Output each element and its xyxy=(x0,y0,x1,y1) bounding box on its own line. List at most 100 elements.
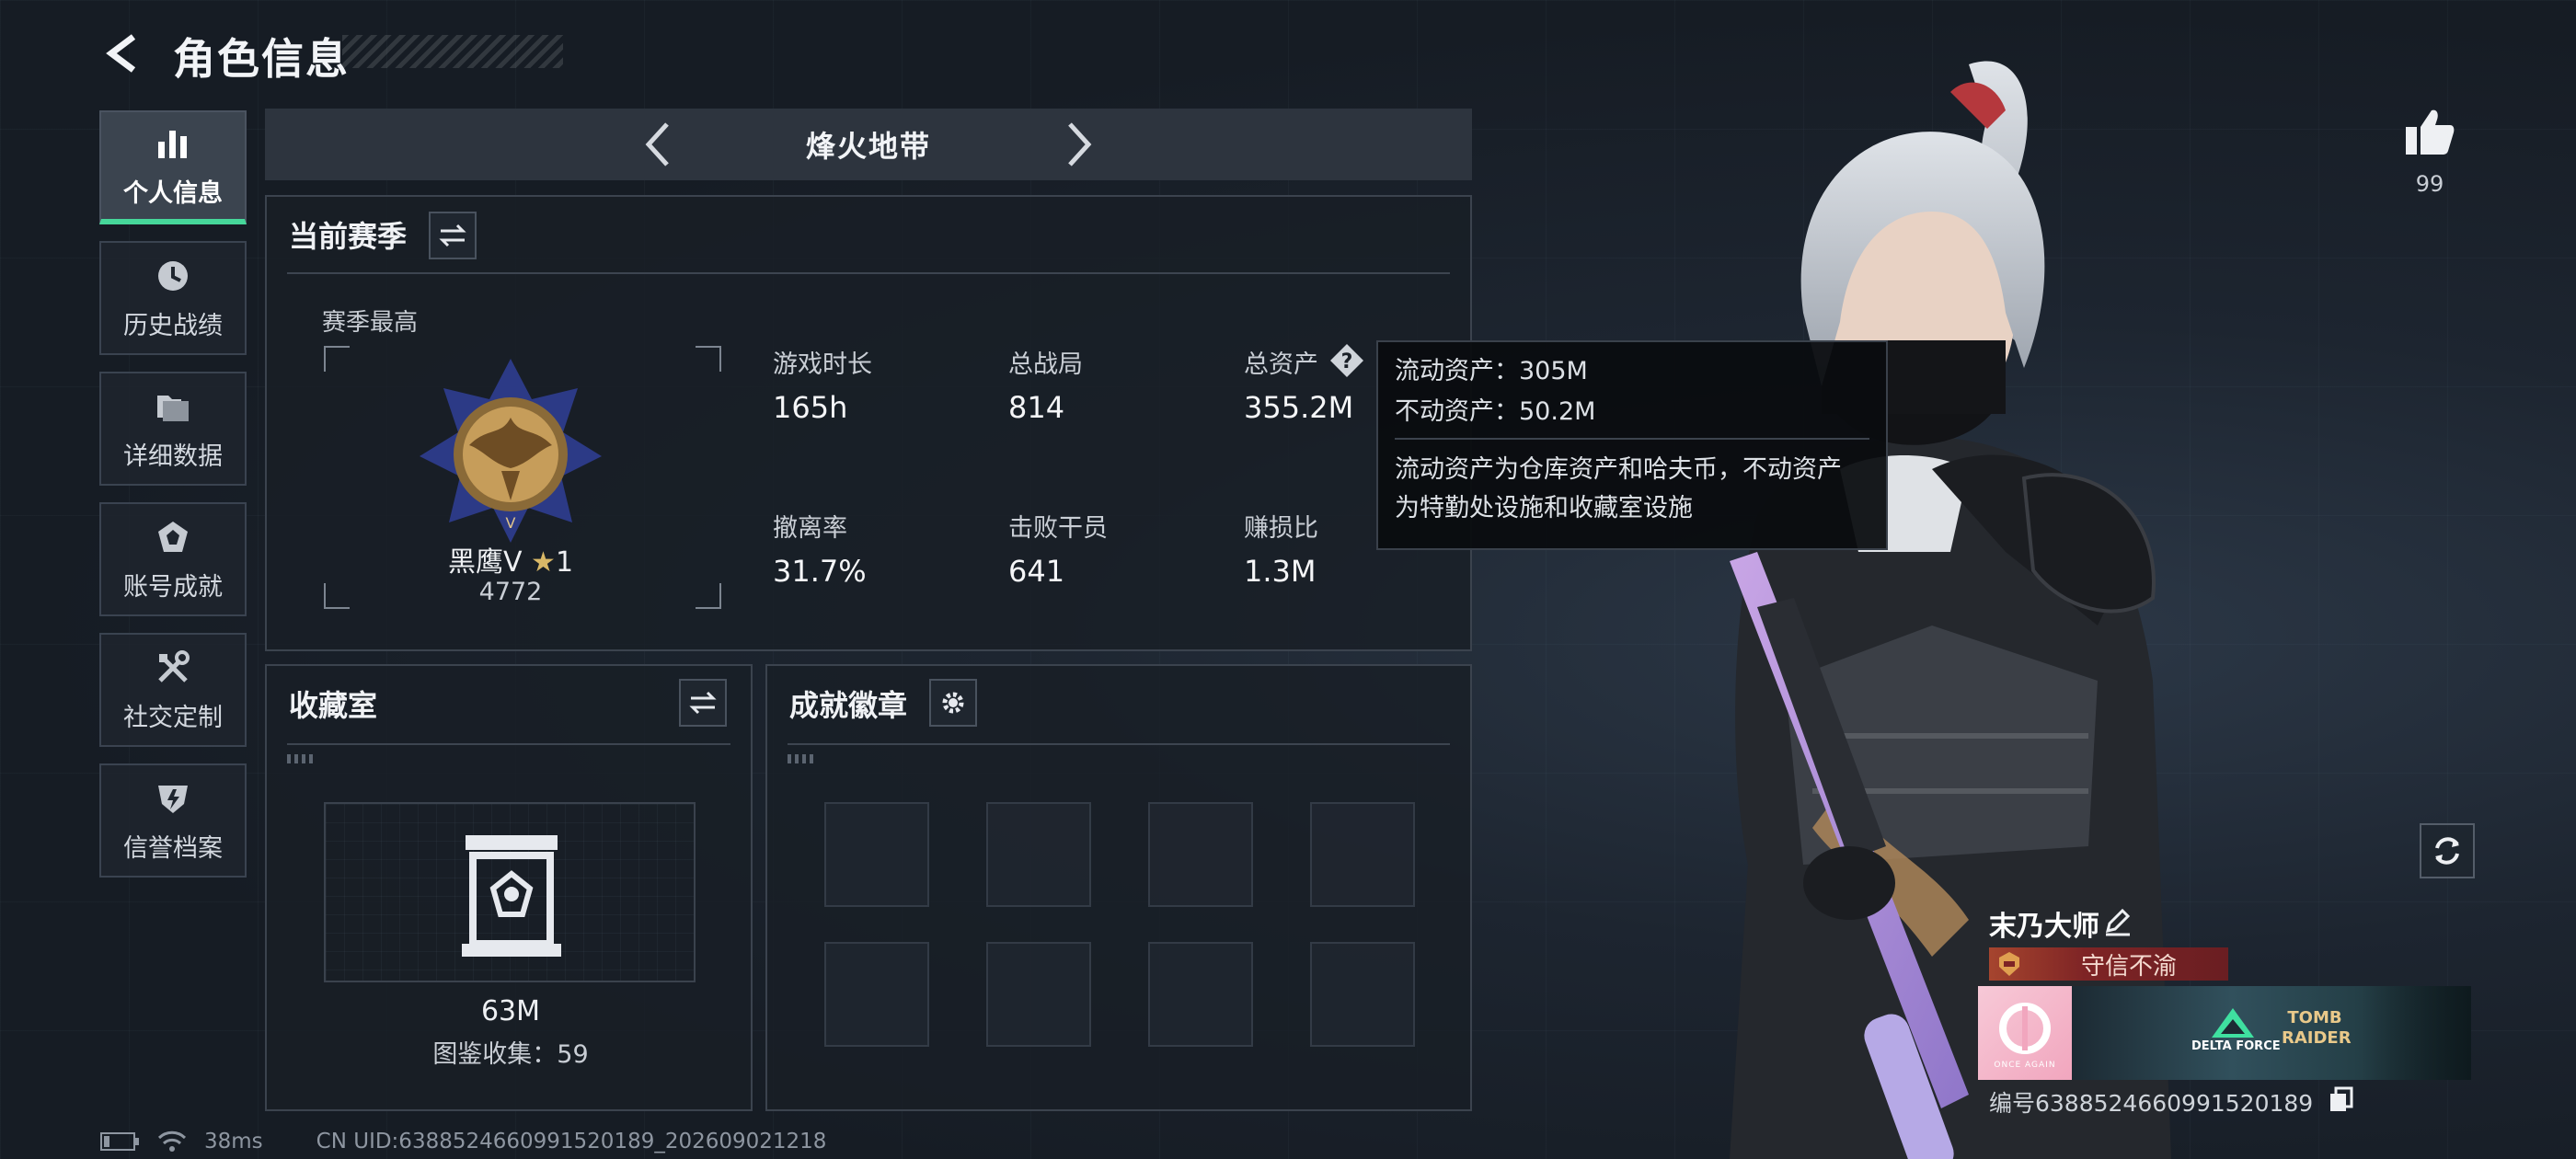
nav-item-detailed-data[interactable]: 详细数据 xyxy=(99,372,247,486)
title-decoration xyxy=(342,35,563,68)
season-header: 当前赛季 xyxy=(289,219,408,254)
mode-selector: 烽火地带 xyxy=(265,109,1472,180)
stat-label: 游戏时长 xyxy=(773,350,872,379)
once-again-logo-icon xyxy=(1999,1003,2051,1054)
nav-item-history[interactable]: 历史战绩 xyxy=(99,241,247,355)
badge-slot[interactable] xyxy=(1148,942,1253,1047)
copy-icon xyxy=(2330,1086,2353,1111)
nav-item-personal-info[interactable]: 个人信息 xyxy=(99,110,247,224)
back-button[interactable] xyxy=(99,28,145,79)
stat-value: 355.2M xyxy=(1244,390,1354,425)
nav-label: 信誉档案 xyxy=(123,833,223,863)
nav-label: 个人信息 xyxy=(123,178,223,208)
achievement-panel: 成就徽章 xyxy=(765,664,1472,1111)
status-bar: 38ms CN UID:6388524660991520189_20260902… xyxy=(99,1130,826,1153)
badge-slot[interactable] xyxy=(1148,802,1253,907)
medal-icon xyxy=(153,517,193,557)
honor-bar: 守信不渝 xyxy=(1989,947,2228,981)
svg-text:V: V xyxy=(506,514,516,532)
stat-value: 814 xyxy=(1008,390,1065,425)
svg-text:?: ? xyxy=(1341,350,1353,373)
pencil-icon xyxy=(2105,908,2131,936)
badge-slot[interactable] xyxy=(1310,942,1415,1047)
stat-label: 总战局 xyxy=(1008,350,1083,379)
divider xyxy=(287,743,730,745)
badge-slot[interactable] xyxy=(824,942,929,1047)
refresh-button[interactable] xyxy=(2420,823,2475,878)
season-best-label: 赛季最高 xyxy=(322,309,419,337)
divider xyxy=(1395,438,1869,440)
nav-label: 账号成就 xyxy=(123,572,223,602)
divider xyxy=(788,743,1450,745)
question-icon: ? xyxy=(1330,344,1363,377)
honor-title: 守信不渝 xyxy=(2080,952,2177,981)
tools-icon xyxy=(153,648,193,688)
collection-value: 63M xyxy=(480,995,541,1027)
mode-prev-button[interactable] xyxy=(629,118,684,171)
nav-label: 历史战绩 xyxy=(123,311,223,340)
thumbs-up-icon xyxy=(2406,109,2455,155)
stat-label: 击败干员 xyxy=(1008,514,1108,543)
help-button[interactable]: ? xyxy=(1328,342,1365,379)
tooltip-fixed-assets: 不动资产：50.2M xyxy=(1395,397,1596,426)
frame-corner xyxy=(324,346,350,372)
banner-logo: ONCE AGAIN xyxy=(1978,986,2072,1080)
badge-slot[interactable] xyxy=(986,802,1091,907)
rank-score: 4772 xyxy=(478,578,543,606)
side-nav: 个人信息 历史战绩 详细数据 账号成就 社交定制 信誉档案 xyxy=(99,110,247,894)
asset-tooltip: 流动资产：305M 不动资产：50.2M 流动资产为仓库资产和哈夫币，不动资产 … xyxy=(1376,340,1888,550)
stat-label: 撤离率 xyxy=(773,514,847,543)
player-name: 末乃大师 xyxy=(1989,911,2099,943)
like-button[interactable] xyxy=(2401,103,2458,160)
rank-label: 黑鹰Ⅴ ★1 xyxy=(267,539,754,580)
nav-item-achievements[interactable]: 账号成就 xyxy=(99,502,247,616)
rank-name: 黑鹰Ⅴ xyxy=(447,546,523,579)
badge-slot[interactable] xyxy=(986,942,1091,1047)
stat-label: 赚损比 xyxy=(1244,514,1318,543)
badge-slot[interactable] xyxy=(1310,802,1415,907)
frame-corner xyxy=(696,346,721,372)
divider-dots xyxy=(287,754,315,763)
back-arrow-icon xyxy=(106,34,136,73)
collection-header: 收藏室 xyxy=(289,688,378,723)
badge-slot[interactable] xyxy=(824,802,929,907)
chevron-right-icon xyxy=(1068,122,1092,166)
catalog-count: 图鉴收集：59 xyxy=(432,1040,589,1069)
edit-name-button[interactable] xyxy=(2102,905,2133,936)
banner-brand: DELTA FORCE xyxy=(2191,1039,2281,1053)
collection-preview[interactable] xyxy=(324,802,696,982)
stat-label: 总资产 xyxy=(1244,350,1318,379)
collection-switch-button[interactable] xyxy=(679,679,727,727)
stat-value: 31.7% xyxy=(773,554,867,589)
page-title: 角色信息 xyxy=(173,34,350,84)
player-banner[interactable]: ONCE AGAIN DELTA FORCE TOMB RAIDER xyxy=(1978,986,2471,1080)
stat-value: 165h xyxy=(773,390,848,425)
tooltip-liquid-assets: 流动资产：305M xyxy=(1395,357,1588,385)
banner-brand-2: TOMB RAIDER xyxy=(2282,1008,2352,1048)
nav-label: 详细数据 xyxy=(123,442,223,471)
rank-emblem-icon: V xyxy=(420,359,602,543)
collection-panel: 收藏室 63M 图鉴收集：59 xyxy=(265,664,753,1111)
achievement-settings-button[interactable] xyxy=(929,679,977,727)
banner-art: DELTA FORCE TOMB RAIDER xyxy=(2072,986,2471,1080)
tooltip-description-line: 为特勤处设施和收藏室设施 xyxy=(1395,494,1693,522)
folder-icon xyxy=(153,386,193,427)
nav-item-social[interactable]: 社交定制 xyxy=(99,633,247,747)
divider xyxy=(287,272,1450,274)
copy-id-button[interactable] xyxy=(2328,1085,2355,1113)
nav-item-credit[interactable]: 信誉档案 xyxy=(99,763,247,878)
shield-icon xyxy=(153,778,193,819)
season-switch-button[interactable] xyxy=(429,212,477,259)
achievement-header: 成就徽章 xyxy=(789,688,908,723)
bar-chart-icon xyxy=(153,123,193,164)
divider-dots xyxy=(788,754,815,763)
mode-title: 烽火地带 xyxy=(805,129,931,164)
season-panel: 当前赛季 赛季最高 V 黑鹰Ⅴ ★1 4772 游戏时长 165h 总战局 81… xyxy=(265,195,1472,651)
delta-force-logo-icon xyxy=(2212,1008,2254,1038)
banner-logo-text: ONCE AGAIN xyxy=(1994,1061,2056,1070)
ping: 38ms xyxy=(204,1130,263,1153)
chevron-left-icon xyxy=(645,122,669,166)
stat-value: 1.3M xyxy=(1244,554,1317,589)
wifi-icon xyxy=(157,1130,187,1152)
mode-next-button[interactable] xyxy=(1052,118,1108,171)
